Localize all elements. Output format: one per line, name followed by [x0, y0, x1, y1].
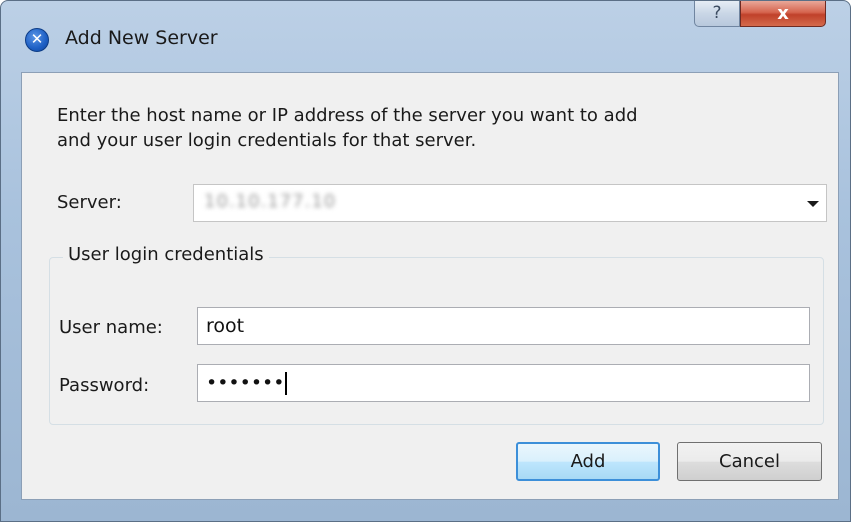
dropdown-arrow-icon[interactable] — [807, 201, 819, 207]
password-label: Password: — [59, 375, 150, 396]
app-icon: ✕ — [25, 28, 49, 52]
description-line-2: and your user login credentials for that… — [57, 130, 477, 151]
close-button[interactable]: x — [740, 1, 826, 27]
text-caret — [285, 372, 288, 395]
dialog-content: Enter the host name or IP address of the… — [21, 72, 839, 500]
password-input[interactable]: ••••••• — [197, 364, 810, 402]
cancel-button[interactable]: Cancel — [677, 442, 822, 481]
dialog-window: ✕ Add New Server ? x Enter the host name… — [0, 0, 851, 522]
username-input[interactable]: root — [197, 307, 810, 345]
server-combobox[interactable]: 10.10.177.10 — [193, 184, 827, 222]
credentials-group-label: User login credentials — [63, 244, 269, 265]
close-icon: x — [777, 3, 789, 24]
username-value: root — [206, 315, 245, 337]
password-value: ••••••• — [206, 372, 285, 394]
description-line-1: Enter the host name or IP address of the… — [57, 105, 638, 126]
server-label: Server: — [57, 192, 122, 213]
title-bar[interactable]: ✕ Add New Server ? x — [1, 1, 850, 63]
add-button[interactable]: Add — [516, 442, 660, 481]
help-icon: ? — [712, 3, 722, 23]
username-label: User name: — [59, 317, 163, 338]
server-value: 10.10.177.10 — [204, 191, 337, 212]
description-text: Enter the host name or IP address of the… — [57, 103, 757, 153]
window-title: Add New Server — [65, 27, 218, 49]
help-button[interactable]: ? — [694, 1, 740, 27]
